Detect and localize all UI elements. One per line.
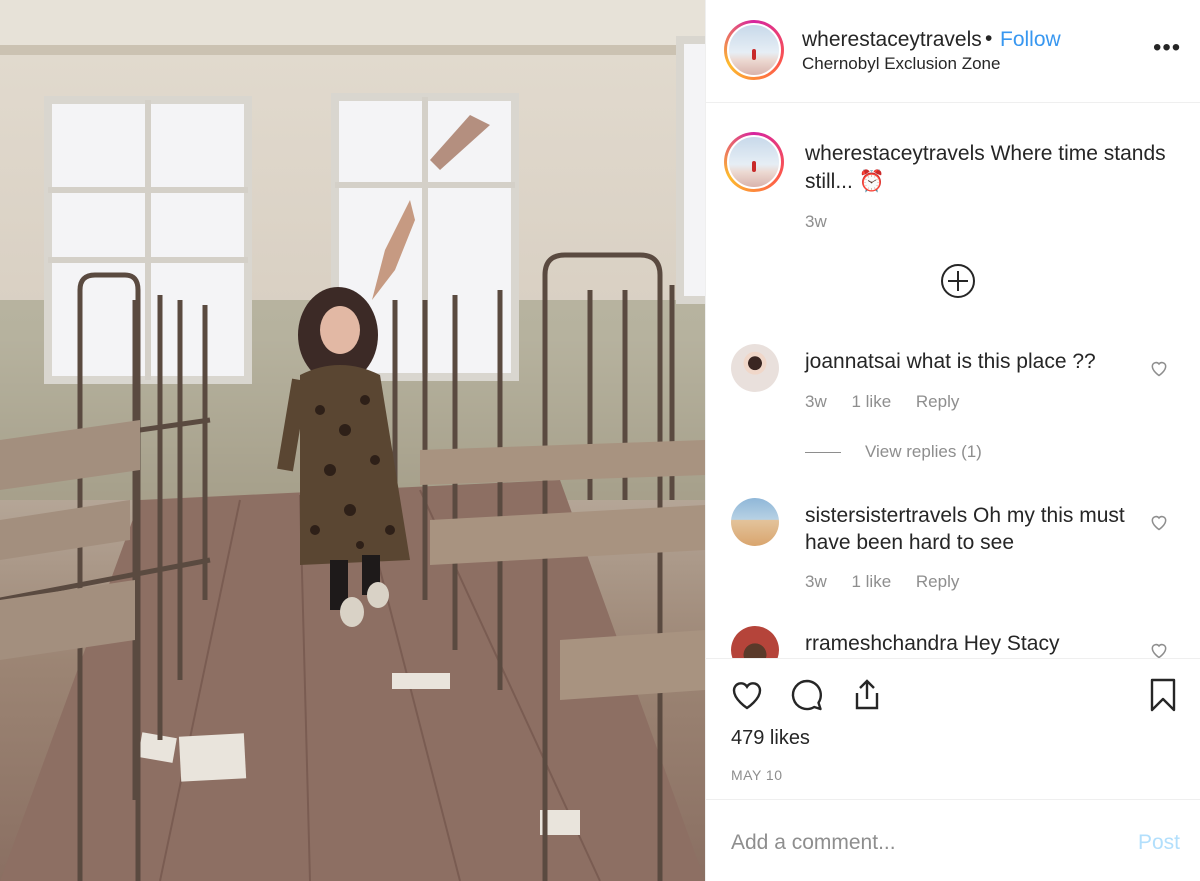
post-actions: 479 likes MAY 10 (706, 658, 1200, 800)
comment-meta: 3w 1 like Reply (805, 572, 979, 592)
caption: wherestaceytravels Where time stands sti… (805, 140, 1175, 196)
like-heart-icon[interactable] (729, 677, 765, 713)
post-header: wherestaceytravels • Follow Chernobyl Ex… (706, 0, 1200, 103)
commenter-avatar[interactable] (731, 344, 779, 392)
commenter-avatar[interactable] (731, 498, 779, 546)
comment-like-heart-icon[interactable] (1149, 640, 1169, 658)
comment-username[interactable]: rrameshchandra (805, 632, 958, 655)
caption-username[interactable]: wherestaceytravels (805, 142, 985, 165)
likes-count[interactable]: 479 likes (731, 727, 810, 750)
caption-avatar[interactable] (724, 132, 784, 192)
reply-button[interactable]: Reply (916, 392, 959, 411)
add-comment-bar: Add a comment... Post (706, 800, 1200, 881)
comment-username[interactable]: sistersistertravels (805, 504, 967, 527)
replies-divider (805, 452, 841, 454)
post-comment-button[interactable]: Post (1138, 831, 1180, 855)
alarm-clock-icon: ⏰ (858, 170, 885, 193)
plus-circle-icon[interactable] (940, 263, 976, 299)
follow-button[interactable]: Follow (1000, 28, 1061, 52)
comment-text: rrameshchandra Hey Stacy (805, 632, 1060, 655)
comment-meta: 3w 1 like Reply (805, 392, 979, 412)
save-bookmark-icon[interactable] (1145, 677, 1181, 713)
comment-like-heart-icon[interactable] (1149, 358, 1169, 378)
reply-button[interactable]: Reply (916, 572, 959, 591)
post-detail-panel: wherestaceytravels • Follow Chernobyl Ex… (705, 0, 1200, 881)
comment-time[interactable]: 3w (805, 572, 827, 591)
more-options-icon[interactable]: ••• (1153, 36, 1181, 60)
comment-text: joannatsai what is this place ?? (805, 350, 1096, 373)
post-date[interactable]: MAY 10 (731, 767, 783, 783)
comment-time[interactable]: 3w (805, 392, 827, 411)
comment-bubble-icon[interactable] (789, 677, 825, 713)
post-photo[interactable] (0, 0, 705, 881)
view-replies-button[interactable]: View replies (1) (805, 442, 982, 462)
caption-timestamp[interactable]: 3w (805, 212, 827, 232)
comment-like-heart-icon[interactable] (1149, 512, 1169, 532)
share-upload-icon[interactable] (849, 677, 885, 713)
comments-scroll-area[interactable]: wherestaceytravels Where time stands sti… (706, 104, 1200, 658)
comment-likes[interactable]: 1 like (851, 572, 891, 591)
author-avatar[interactable] (724, 20, 784, 80)
comment-text: sistersistertravels Oh my this must have… (805, 504, 1125, 554)
separator-dot: • (985, 27, 993, 50)
location-link[interactable]: Chernobyl Exclusion Zone (802, 54, 1000, 74)
commenter-avatar[interactable] (731, 626, 779, 658)
comment-likes[interactable]: 1 like (851, 392, 891, 411)
comment-username[interactable]: joannatsai (805, 350, 901, 373)
abandoned-dormitory-image (0, 0, 705, 881)
comment-input[interactable]: Add a comment... (731, 831, 896, 855)
author-username[interactable]: wherestaceytravels (802, 28, 982, 52)
